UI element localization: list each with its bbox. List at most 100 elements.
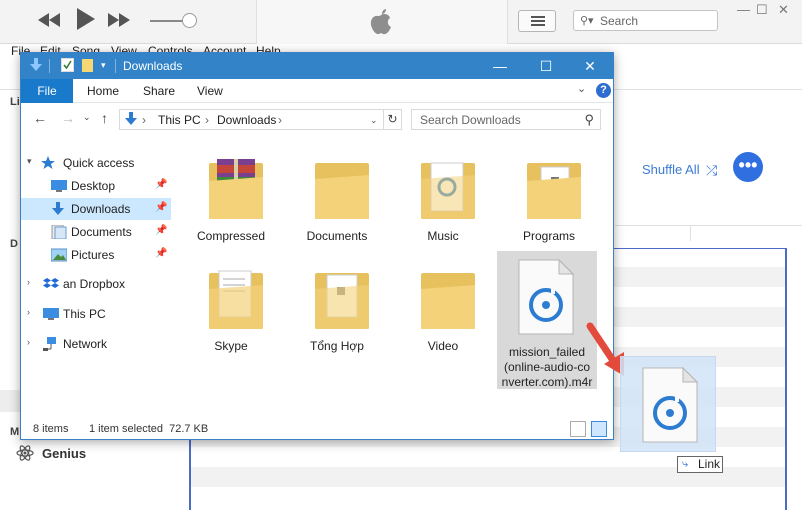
file-item-programs[interactable]: Programs bbox=[497, 141, 601, 247]
file-name: Tổng Hợp bbox=[310, 339, 364, 353]
expand-ribbon-icon[interactable]: ⌄ bbox=[577, 82, 586, 95]
nav-dropbox[interactable]: › an Dropbox bbox=[21, 273, 171, 295]
maximize-icon[interactable]: ☐ bbox=[756, 2, 768, 18]
link-label: Link bbox=[698, 457, 721, 471]
folder-icon bbox=[315, 163, 369, 219]
expand-icon[interactable]: › bbox=[27, 277, 30, 287]
details-view-icon[interactable] bbox=[570, 421, 586, 437]
breadcrumb-this-pc[interactable]: This PC bbox=[158, 113, 201, 127]
file-name: mission_failed (online-audio-co nverter.… bbox=[501, 345, 593, 389]
pin-icon[interactable]: 📌 bbox=[155, 202, 167, 213]
address-bar[interactable]: › This PC › Downloads › ⌄ bbox=[119, 109, 384, 130]
pin-icon[interactable]: 📌 bbox=[155, 225, 167, 236]
maximize-icon[interactable]: ☐ bbox=[523, 53, 569, 79]
dropbox-icon bbox=[43, 277, 59, 291]
file-name: Video bbox=[427, 339, 459, 353]
itunes-search-input[interactable]: ⚲▾ Search bbox=[573, 10, 718, 31]
search-placeholder: Search Downloads bbox=[420, 113, 521, 127]
star-icon bbox=[41, 156, 57, 170]
tab-file[interactable]: File bbox=[21, 79, 73, 103]
shuffle-all-button[interactable]: Shuffle All bbox=[642, 162, 700, 177]
nav-network[interactable]: › Network bbox=[21, 333, 171, 355]
music-folder-icon bbox=[421, 162, 475, 219]
folder-icon bbox=[209, 270, 263, 329]
column-divider bbox=[690, 225, 691, 241]
file-name: Skype bbox=[214, 339, 248, 353]
navigation-pane: ▾ Quick access Desktop 📌 Downloads 📌 Doc… bbox=[21, 135, 171, 420]
back-arrow-icon[interactable]: ← bbox=[33, 110, 47, 126]
nav-downloads[interactable]: Downloads 📌 bbox=[21, 198, 171, 220]
expand-icon[interactable]: › bbox=[27, 307, 30, 317]
shuffle-icon: ⤮ bbox=[706, 162, 718, 178]
close-icon[interactable]: ✕ bbox=[567, 53, 613, 79]
nav-this-pc-label: This PC bbox=[63, 307, 106, 321]
expand-icon[interactable]: › bbox=[27, 337, 30, 347]
new-folder-icon[interactable] bbox=[81, 58, 95, 72]
sidebar-devices-heading: D bbox=[10, 238, 18, 250]
address-row: ← → ⌄ ↑ › This PC › Downloads › ⌄ ↻ Sear… bbox=[21, 104, 613, 134]
tab-share[interactable]: Share bbox=[143, 79, 175, 103]
sidebar-music-playlists-heading: M bbox=[10, 426, 20, 438]
file-name: Programs bbox=[522, 229, 575, 243]
close-icon[interactable]: ✕ bbox=[778, 2, 789, 18]
nav-quick-access-label: Quick access bbox=[63, 156, 135, 170]
nav-pictures[interactable]: Pictures 📌 bbox=[21, 244, 171, 266]
file-item-documents[interactable]: Documents bbox=[285, 141, 389, 247]
explorer-window: ▾ Downloads — ☐ ✕ File Home Share View ⌄… bbox=[20, 52, 614, 440]
nav-quick-access[interactable]: ▾ Quick access bbox=[21, 152, 171, 174]
collapse-icon[interactable]: ▾ bbox=[27, 156, 32, 167]
file-item-tong-hop[interactable]: Tổng Hợp bbox=[285, 251, 389, 357]
large-icons-view-icon[interactable] bbox=[591, 421, 607, 437]
tab-home[interactable]: Home bbox=[87, 79, 119, 103]
genius-atom-icon bbox=[16, 444, 34, 462]
help-icon[interactable]: ? bbox=[596, 83, 611, 98]
file-name: Music bbox=[427, 229, 459, 243]
more-options-button[interactable]: ••• bbox=[733, 152, 763, 182]
play-icon[interactable] bbox=[75, 8, 95, 35]
forward-arrow-icon[interactable]: → bbox=[61, 110, 75, 126]
breadcrumb-downloads[interactable]: Downloads bbox=[217, 113, 276, 127]
file-item-music[interactable]: Music bbox=[391, 141, 495, 247]
rewind-icon[interactable] bbox=[38, 10, 60, 32]
pin-icon[interactable]: 📌 bbox=[155, 179, 167, 190]
file-item-m4r[interactable]: mission_failed (online-audio-co nverter.… bbox=[497, 251, 597, 389]
nav-downloads-label: Downloads bbox=[71, 202, 131, 216]
minimize-icon[interactable]: — bbox=[477, 53, 523, 79]
sidebar-library-heading: Li bbox=[10, 96, 20, 108]
folder-icon bbox=[315, 273, 369, 329]
drag-link-tooltip: ⤷ Link bbox=[677, 456, 723, 473]
selection-info: 1 item selected 72.7 KB bbox=[89, 423, 209, 435]
folder-icon bbox=[527, 163, 581, 219]
breadcrumb-separator-icon: › bbox=[205, 113, 209, 127]
file-item-compressed[interactable]: Compressed bbox=[179, 141, 283, 247]
minimize-icon[interactable]: — bbox=[737, 2, 750, 17]
computer-icon bbox=[43, 307, 59, 321]
nav-documents-label: Documents bbox=[71, 225, 132, 239]
customize-toolbar-icon[interactable]: ▾ bbox=[101, 60, 115, 74]
nav-documents[interactable]: Documents 📌 bbox=[21, 221, 171, 243]
fast-forward-icon[interactable] bbox=[108, 10, 130, 32]
file-item-skype[interactable]: Skype bbox=[179, 251, 283, 357]
status-bar: 8 items 1 item selected 72.7 KB bbox=[21, 419, 613, 439]
refresh-icon[interactable]: ↻ bbox=[384, 109, 402, 130]
address-dropdown-icon[interactable]: ⌄ bbox=[370, 115, 378, 126]
search-input[interactable]: Search Downloads ⚲ bbox=[411, 109, 601, 130]
list-view-button[interactable] bbox=[518, 10, 556, 32]
nav-this-pc[interactable]: › This PC bbox=[21, 303, 171, 325]
recent-locations-icon[interactable]: ⌄ bbox=[83, 112, 91, 123]
folder-icon bbox=[421, 273, 475, 329]
downloads-arrow-icon bbox=[29, 58, 43, 72]
nav-desktop[interactable]: Desktop 📌 bbox=[21, 175, 171, 197]
properties-check-icon[interactable] bbox=[61, 58, 75, 72]
nav-dropbox-label: an Dropbox bbox=[63, 277, 126, 291]
pin-icon[interactable]: 📌 bbox=[155, 248, 167, 259]
downloads-arrow-icon bbox=[124, 112, 138, 129]
sidebar-item-genius[interactable]: Genius bbox=[42, 446, 86, 461]
tab-view[interactable]: View bbox=[197, 79, 223, 103]
explorer-titlebar[interactable]: ▾ Downloads — ☐ ✕ bbox=[21, 53, 613, 79]
file-item-video[interactable]: Video bbox=[391, 251, 495, 357]
search-icon: ⚲ bbox=[584, 112, 594, 127]
ribbon-tabs: File Home Share View ⌄ ? bbox=[21, 79, 613, 103]
volume-knob[interactable] bbox=[182, 13, 197, 28]
up-arrow-icon[interactable]: ↑ bbox=[101, 110, 108, 126]
